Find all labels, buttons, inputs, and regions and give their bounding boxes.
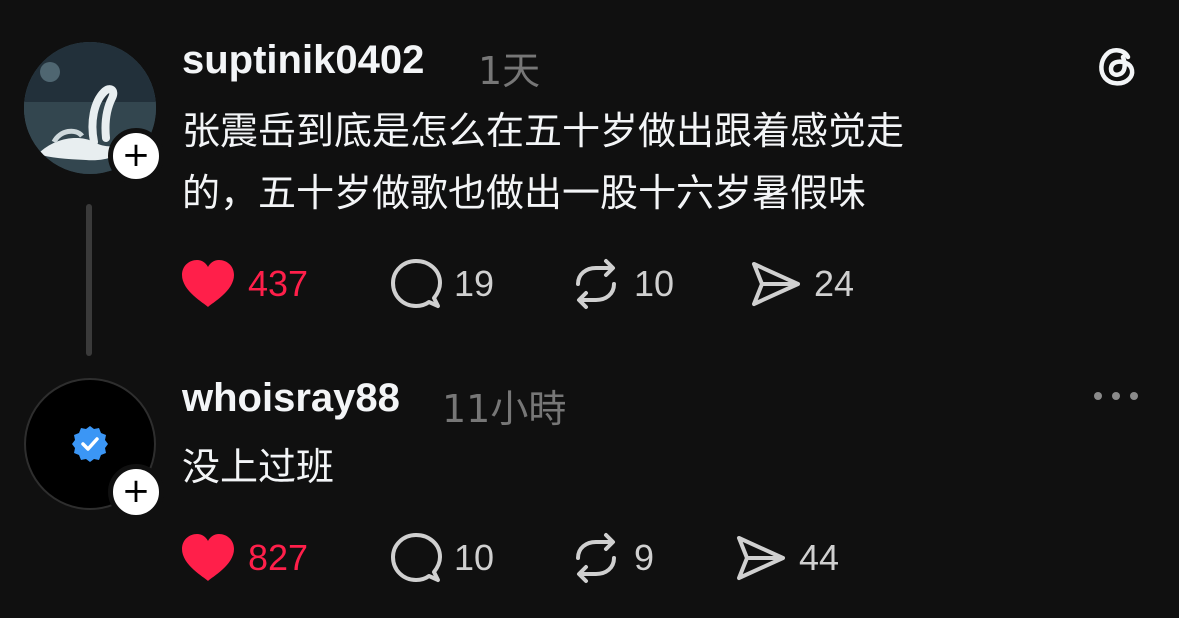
repost-button[interactable]: 10 [570,256,674,312]
comment-icon [391,259,442,308]
like-button[interactable]: 437 [180,256,308,312]
username[interactable]: whoisray88 [182,376,400,421]
post-text-line: 的，五十岁做歌也做出一股十六岁暑假味 [182,171,867,215]
share-count: 44 [799,537,840,578]
send-icon [737,536,785,580]
follow-button[interactable]: + [108,128,164,184]
like-button[interactable]: 827 [180,530,308,586]
like-count: 437 [248,263,309,304]
plus-icon: + [121,471,151,511]
more-options-icon[interactable] [1092,386,1140,406]
timestamp: 1天 [478,49,541,93]
heart-filled-icon [182,260,234,307]
share-count: 24 [814,263,855,304]
timestamp: 11小時 [442,387,567,431]
share-button[interactable]: 24 [750,256,854,312]
thread-post: + suptinik0402 1天 张震岳到底是怎么在五十岁做出跟着感觉走 的，… [0,0,1179,356]
comment-count: 10 [454,537,495,578]
comment-icon [391,533,442,582]
thread-connector-line [86,204,92,356]
heart-filled-icon [182,534,234,581]
comment-button[interactable]: 10 [390,530,494,586]
post-text-line: 张震岳到底是怎么在五十岁做出跟着感觉走 [182,109,905,153]
plus-icon: + [121,135,151,175]
thread-post: + whoisray88 11小時 没上过班 827 10 9 44 [0,370,1179,618]
repost-icon [576,259,616,309]
share-button[interactable]: 44 [735,530,839,586]
post-text: 没上过班 [182,436,334,498]
username[interactable]: suptinik0402 [182,38,424,83]
send-icon [752,262,800,306]
comment-button[interactable]: 19 [390,256,494,312]
post-text-line: 没上过班 [182,445,335,489]
comment-count: 19 [454,263,495,304]
follow-button[interactable]: + [108,464,164,520]
repost-count: 9 [634,537,655,578]
post-text: 张震岳到底是怎么在五十岁做出跟着感觉走 的，五十岁做歌也做出一股十六岁暑假味 [182,100,1082,224]
repost-count: 10 [634,263,675,304]
repost-icon [576,533,616,583]
like-count: 827 [248,537,309,578]
repost-button[interactable]: 9 [570,530,654,586]
